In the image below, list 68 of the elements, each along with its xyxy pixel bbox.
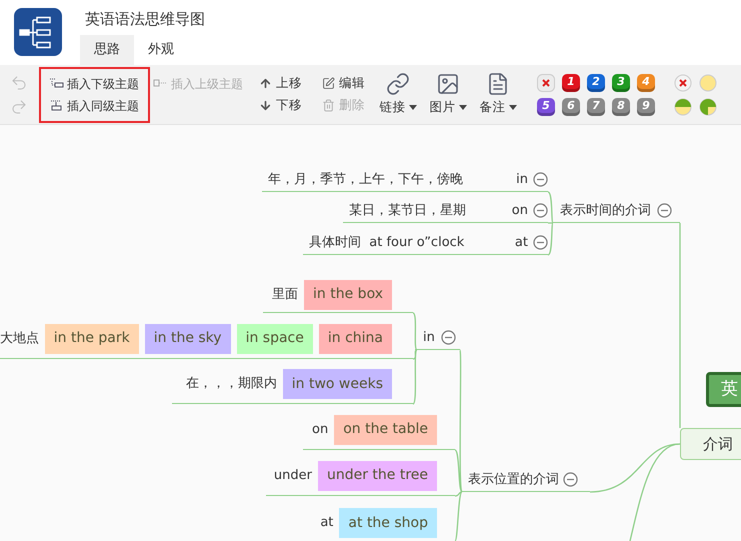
insert-button[interactable]: 插入下级主题 xyxy=(49,74,148,92)
image-menu-button[interactable]: 图片 xyxy=(429,72,467,117)
edit-button[interactable]: 编辑 xyxy=(322,74,365,92)
priority-icon[interactable]: 3 xyxy=(612,74,630,92)
topic-label: 在，，，期限内 xyxy=(186,375,277,394)
caret-icon xyxy=(458,105,466,110)
link-icon xyxy=(386,72,410,96)
document-title: 英语语法思维导图 xyxy=(85,9,205,29)
tag: under the tree xyxy=(318,460,437,490)
tab[interactable]: 思路 xyxy=(80,35,134,65)
topic-label: 表示时间的介词 xyxy=(560,202,651,220)
topic-icon xyxy=(49,100,64,112)
priority-icon[interactable]: 1 xyxy=(562,74,580,92)
collapse-button[interactable] xyxy=(657,203,672,218)
collapse-button[interactable] xyxy=(440,330,456,345)
note-menu-button[interactable]: 备注 xyxy=(479,72,517,117)
topic-note: 某日，某节日，星期 xyxy=(349,202,466,220)
topic-icon xyxy=(153,78,168,90)
collapse-button[interactable] xyxy=(533,235,548,250)
topic-label: in xyxy=(423,328,435,347)
up-button[interactable]: 上移 xyxy=(259,74,302,92)
image-icon xyxy=(436,72,460,96)
up-icon xyxy=(259,77,272,90)
tag: on the table xyxy=(334,414,437,444)
link-menu-button[interactable]: 链接 xyxy=(379,72,417,117)
tag: in the sky xyxy=(144,324,231,354)
clear-priority-icon[interactable] xyxy=(537,74,555,92)
tag: in two weeks xyxy=(282,369,392,399)
topic-label: at xyxy=(320,514,334,532)
down-button[interactable]: 下移 xyxy=(259,96,302,114)
tag: in space xyxy=(236,324,313,354)
edit-icon xyxy=(322,77,335,90)
tag: in china xyxy=(318,324,392,354)
topic-note: 具体时间 at four o”clock xyxy=(309,234,464,252)
topic-label: 表示位置的介词 xyxy=(468,470,559,489)
tag: in the box xyxy=(304,280,392,310)
topic-label: at xyxy=(514,234,528,252)
priority-icon[interactable]: 7 xyxy=(587,98,605,116)
priority-icon[interactable]: 9 xyxy=(637,98,655,116)
tag: at the shop xyxy=(339,508,437,538)
priority-icon[interactable]: 5 xyxy=(537,98,555,116)
insert-button[interactable]: 插入同级主题 xyxy=(49,96,148,114)
priority-icon[interactable]: 6 xyxy=(562,98,580,116)
topic-label: under xyxy=(274,466,312,485)
central-topic[interactable]: 英 xyxy=(706,372,741,407)
clear-progress-icon[interactable] xyxy=(674,74,692,92)
main-topic[interactable]: 介词 xyxy=(680,428,741,460)
topic-label: on xyxy=(512,202,528,220)
topic-note: 年，月，季节，上午，下午，傍晚 xyxy=(268,170,463,189)
delete-icon xyxy=(322,99,335,112)
collapse-button[interactable] xyxy=(533,172,548,187)
down-icon xyxy=(259,99,272,112)
caret-icon xyxy=(408,105,416,110)
topic-label: in xyxy=(516,170,528,189)
app-logo xyxy=(14,8,62,56)
priority-icon[interactable]: 8 xyxy=(612,98,630,116)
caret-icon xyxy=(508,105,516,110)
note-icon xyxy=(486,72,510,96)
topic-label: 里面 xyxy=(272,286,298,304)
topic-icon xyxy=(49,78,64,90)
priority-icon[interactable]: 2 xyxy=(587,74,605,92)
collapse-button[interactable] xyxy=(533,203,548,218)
collapse-button[interactable] xyxy=(563,472,578,487)
progress-icon[interactable] xyxy=(674,98,692,116)
topic-label: on xyxy=(312,420,328,439)
topic-label: 大地点 xyxy=(0,330,39,348)
progress-icon[interactable] xyxy=(699,98,717,116)
tag: in the park xyxy=(44,324,139,354)
